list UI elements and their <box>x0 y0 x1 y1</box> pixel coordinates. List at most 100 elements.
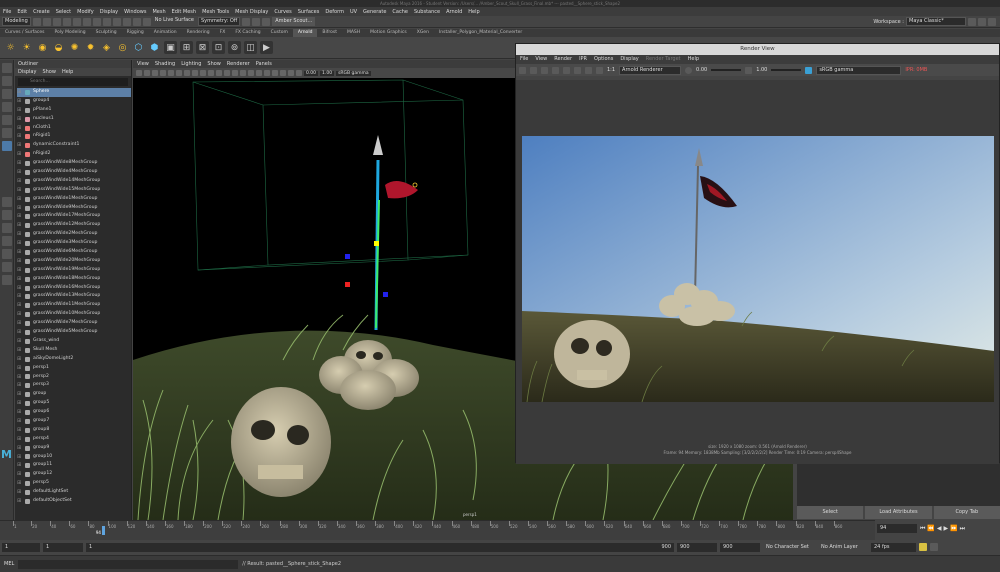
expand-icon[interactable]: ⊞ <box>17 399 25 408</box>
outliner-item[interactable]: ⊞ Sphere <box>17 88 131 97</box>
persp-graph-icon[interactable] <box>2 249 12 259</box>
time-slider[interactable]: 1 20 40 60 80 100 120 140 160 180 200 220 240 260 280 3… <box>0 520 875 540</box>
outliner-item[interactable]: ⊞ group4 <box>17 97 131 106</box>
area-light-icon[interactable]: ◉ <box>36 41 49 54</box>
expand-icon[interactable]: ⊞ <box>17 381 25 390</box>
expand-icon[interactable]: ⊞ <box>17 470 25 479</box>
outliner-item[interactable]: ⊞ Grass_wind <box>17 337 131 346</box>
undo-icon[interactable] <box>62 17 71 26</box>
anim-layer-dropdown[interactable]: No Anim Layer <box>818 542 868 552</box>
outliner-item[interactable]: ⊞ group8 <box>17 426 131 435</box>
shelf-tab-xgen[interactable]: XGen <box>412 29 434 37</box>
select-object-icon[interactable] <box>92 17 101 26</box>
camera-attrs-icon[interactable] <box>144 70 150 76</box>
symmetry-dropdown[interactable]: Symmetry: Off <box>198 17 241 26</box>
shelf-tab-arnold[interactable]: Arnold <box>292 29 318 37</box>
shelf-tab-motion-graphics[interactable]: Motion Graphics <box>365 29 412 37</box>
snapshot-icon[interactable] <box>563 66 570 74</box>
zoom-fit-icon[interactable] <box>596 66 603 74</box>
shelf-tab-rigging[interactable]: Rigging <box>122 29 149 37</box>
expand-icon[interactable]: ⊞ <box>17 239 25 248</box>
outliner-item[interactable]: ⊞ grassWindWide8MeshGroup <box>17 159 131 168</box>
outliner-item[interactable]: ⊞ dynamicConstraint1 <box>17 141 131 150</box>
safe-action-icon[interactable] <box>208 70 214 76</box>
menu-mesh-tools[interactable]: Mesh Tools <box>199 9 232 15</box>
expand-icon[interactable]: ⊞ <box>17 319 25 328</box>
go-to-start-icon[interactable]: ⏮ <box>920 525 925 533</box>
ipr-icon[interactable]: ☀ <box>20 41 33 54</box>
menu-select[interactable]: Select <box>53 9 74 15</box>
expand-icon[interactable]: ⊞ <box>17 230 25 239</box>
expand-icon[interactable]: ⊞ <box>17 497 25 506</box>
render-menu-render-target[interactable]: Render Target <box>646 55 681 64</box>
render-colorspace-dropdown[interactable]: sRGB gamma <box>816 65 902 75</box>
persp-outliner-icon[interactable] <box>2 236 12 246</box>
shelf-tab-installer-polygon-material-converter[interactable]: Installer_Polygon_Material_Converter <box>434 29 527 37</box>
renderer-dropdown[interactable]: Arnold Renderer <box>619 65 682 75</box>
shelf-tab-poly-modeling[interactable]: Poly Modeling <box>50 29 91 37</box>
outliner-menu-help[interactable]: Help <box>62 68 73 76</box>
render-icon[interactable]: ☼ <box>4 41 17 54</box>
outliner-item[interactable]: ⊞ group12 <box>17 470 131 479</box>
render-menu-file[interactable]: File <box>520 55 528 64</box>
character-set-dropdown[interactable]: No Character Set <box>763 542 815 552</box>
lasso-tool-icon[interactable] <box>2 76 12 86</box>
scale-tool-icon[interactable] <box>2 128 12 138</box>
expand-icon[interactable]: ⊞ <box>17 373 25 382</box>
load-attributes-button[interactable]: Load Attributes <box>865 506 932 519</box>
render-menu-help[interactable]: Help <box>688 55 699 64</box>
gate-mask-icon[interactable] <box>192 70 198 76</box>
volume-icon[interactable]: ⬡ <box>132 41 145 54</box>
outliner-item[interactable]: ⊞ group5 <box>17 399 131 408</box>
viewport-menu-panels[interactable]: Panels <box>256 60 272 68</box>
bookmark-icon[interactable] <box>152 70 158 76</box>
outliner-item[interactable]: ⊞ grassWindWide4MeshGroup <box>17 168 131 177</box>
outliner-item[interactable]: ⊞ grassWindWide11MeshGroup <box>17 301 131 310</box>
expand-icon[interactable]: ⊞ <box>17 275 25 284</box>
outliner-item[interactable]: ⊞ pPlane1 <box>17 106 131 115</box>
outliner-item[interactable]: ⊞ group11 <box>17 461 131 470</box>
viewport-menu-renderer[interactable]: Renderer <box>227 60 250 68</box>
outliner-item[interactable]: ⊞ nucleus1 <box>17 115 131 124</box>
user-account-dropdown[interactable]: Amber Scout... <box>272 17 316 26</box>
wireframe-icon[interactable] <box>216 70 222 76</box>
select-component-icon[interactable] <box>102 17 111 26</box>
menu-create[interactable]: Create <box>30 9 53 15</box>
shelf-tab-bifrost[interactable]: Bifrost <box>317 29 342 37</box>
outliner-item[interactable]: ⊞ grassWindWide12MeshGroup <box>17 221 131 230</box>
channel-box-icon[interactable] <box>988 17 996 26</box>
flush-cache-icon[interactable]: ▣ <box>164 41 177 54</box>
expand-icon[interactable]: ⊞ <box>17 310 25 319</box>
textured-icon[interactable] <box>240 70 246 76</box>
film-gate-icon[interactable] <box>176 70 182 76</box>
expand-icon[interactable]: ⊞ <box>17 444 25 453</box>
expand-icon[interactable]: ⊞ <box>17 248 25 257</box>
smooth-shade-icon[interactable] <box>224 70 230 76</box>
ipr-render-icon[interactable] <box>252 17 261 26</box>
expand-icon[interactable]: ⊞ <box>17 328 25 337</box>
menu-substance[interactable]: Substance <box>411 9 443 15</box>
snap-grid-icon[interactable] <box>112 17 121 26</box>
menu-modify[interactable]: Modify <box>74 9 97 15</box>
command-input[interactable] <box>18 559 239 569</box>
expand-icon[interactable]: ⊞ <box>17 266 25 275</box>
expand-icon[interactable]: ⊞ <box>17 141 25 150</box>
near-clip-field[interactable]: 0.00 <box>304 70 319 76</box>
anim-prefs-icon[interactable] <box>930 543 938 551</box>
isolate-select-icon[interactable] <box>280 70 286 76</box>
menu-display[interactable]: Display <box>97 9 121 15</box>
outliner-item[interactable]: ⊞ grassWindWide15MeshGroup <box>17 186 131 195</box>
outliner-item[interactable]: ⊞ group7 <box>17 417 131 426</box>
expand-icon[interactable]: ⊞ <box>17 159 25 168</box>
expand-icon[interactable]: ⊞ <box>17 417 25 426</box>
expand-icon[interactable]: ⊞ <box>17 177 25 186</box>
skydome-icon[interactable]: ◒ <box>52 41 65 54</box>
expand-icon[interactable]: ⊞ <box>17 488 25 497</box>
menu-file[interactable]: File <box>0 9 14 15</box>
colorspace-dropdown[interactable]: sRGB gamma <box>336 70 371 76</box>
select-button[interactable]: Select <box>797 506 864 519</box>
outliner-item[interactable]: ⊞ nRigid2 <box>17 150 131 159</box>
menu-windows[interactable]: Windows <box>121 9 149 15</box>
live-surface-field[interactable]: No Live Surface <box>152 17 196 26</box>
snap-curve-icon[interactable] <box>122 17 131 26</box>
